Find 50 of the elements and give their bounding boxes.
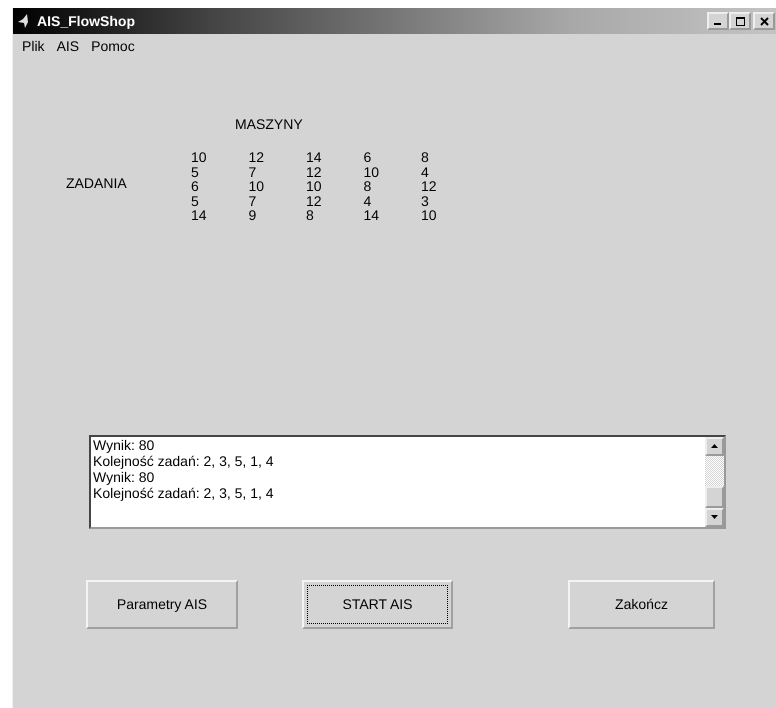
matrix-value: 4 [421, 164, 430, 179]
matrix-value: 4 [364, 194, 372, 208]
matrix-value: 10 [306, 179, 323, 194]
row-heading: ZADANIA [65, 175, 128, 192]
matrix-value: 6 [364, 150, 372, 164]
matrix-value: 5 [191, 164, 200, 179]
matrix-value: 8 [306, 208, 315, 222]
matrix-value: 9 [248, 208, 258, 222]
push-button[interactable]: Parametry AIS [86, 580, 238, 628]
maximize-icon [736, 16, 744, 26]
maximize-button[interactable] [729, 12, 751, 30]
output-line: Kolejność zadań: 2, 3, 5, 1, 4 [93, 484, 275, 500]
close-button[interactable] [753, 12, 775, 30]
matrix-value: 8 [364, 179, 372, 194]
minimize-button[interactable] [707, 12, 729, 30]
matrix-value: 12 [306, 164, 323, 179]
matrix-value: 10 [421, 208, 438, 222]
window-title: AIS_FlowShop [37, 13, 135, 29]
push-button[interactable]: START AIS [302, 580, 453, 628]
matrix-value: 8 [421, 150, 430, 164]
scrollbar[interactable] [705, 436, 724, 526]
matrix-value: 7 [248, 194, 258, 208]
matrix-value: 12 [421, 179, 438, 194]
matrix-value: 10 [248, 179, 266, 194]
output-line: Wynik: 80 [93, 468, 156, 484]
output-listbox[interactable]: Wynik: 80 Kolejność zadań: 2, 3, 5, 1, 4 Wynik: 80 Kolejność zadań: 2, 3, 5, 1, 4 [89, 434, 726, 528]
output-line: Wynik: 80 [93, 436, 156, 452]
matrix-value: 5 [191, 194, 200, 208]
scroll-down-button[interactable] [705, 508, 724, 526]
matrix-value: 14 [364, 208, 380, 222]
matrix-value: 6 [191, 179, 200, 194]
column-heading: MASZYNY [235, 116, 304, 132]
push-button[interactable]: Zakończ [568, 580, 715, 628]
matrix-value: 10 [191, 150, 208, 164]
down-arrow-icon [711, 515, 718, 519]
matrix-value: 12 [248, 150, 266, 164]
scroll-thumb[interactable] [705, 486, 724, 508]
up-arrow-icon [711, 444, 718, 448]
output-line: Kolejność zadań: 2, 3, 5, 1, 4 [93, 452, 275, 468]
matrix-value: 14 [191, 208, 208, 222]
menu-item[interactable]: AIS [56, 38, 80, 58]
close-icon [760, 16, 768, 26]
menu-item[interactable]: Plik [22, 38, 45, 58]
scroll-up-button[interactable] [705, 436, 724, 456]
matrix-value: 3 [421, 194, 430, 208]
matrix-value: 7 [248, 164, 258, 179]
matrix-value: 10 [364, 164, 380, 179]
menu-item[interactable]: Pomoc [91, 38, 135, 58]
matrix-value: 14 [306, 150, 323, 164]
matrix-value: 12 [306, 194, 323, 208]
